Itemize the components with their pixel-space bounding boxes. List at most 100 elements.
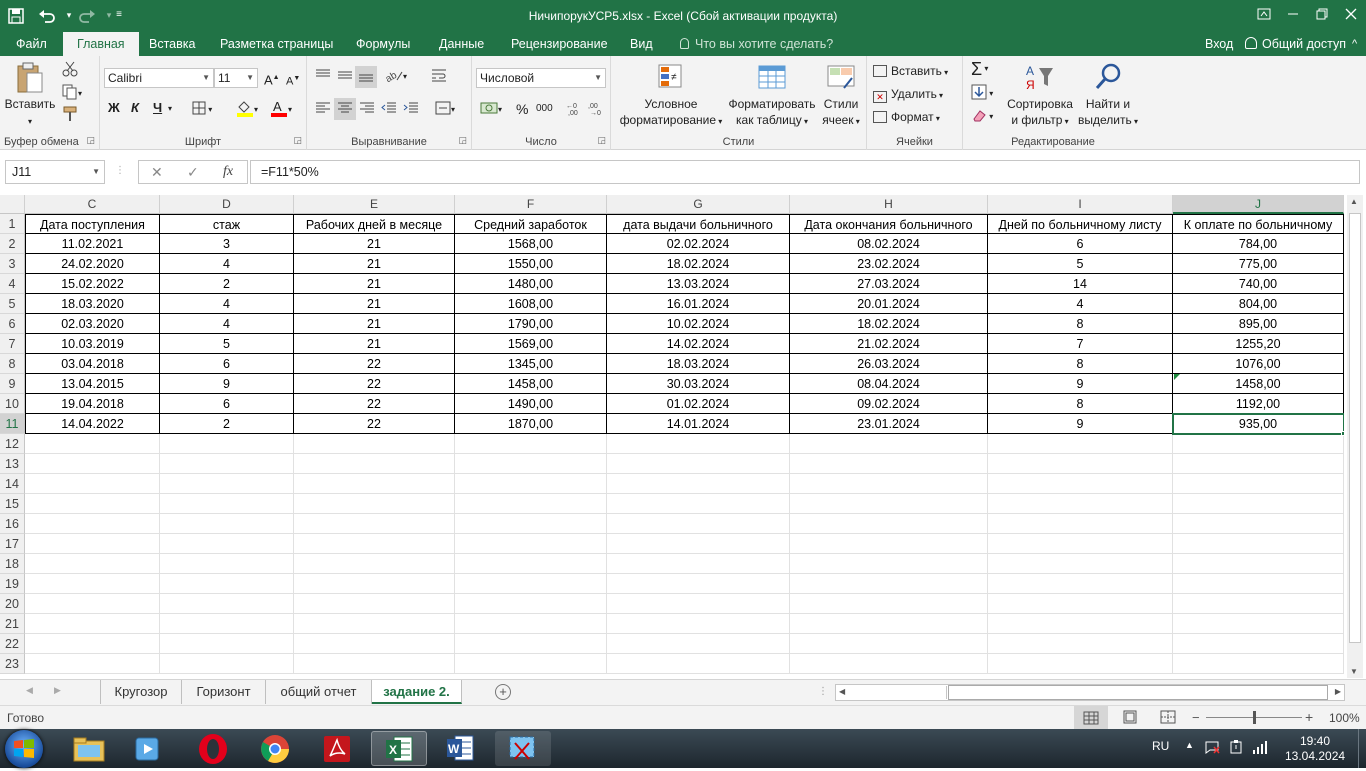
table-cell[interactable]: 11.02.2021 — [25, 234, 160, 254]
table-cell[interactable]: 2 — [160, 414, 294, 434]
empty-cell[interactable] — [160, 634, 294, 654]
empty-cell[interactable] — [790, 514, 988, 534]
spreadsheet-grid[interactable]: C D E F G H I J 1 Дата поступления стаж Рабочих дне… — [0, 195, 1344, 678]
header-cell[interactable]: Дата поступления — [25, 214, 160, 234]
table-cell[interactable]: 24.02.2020 — [25, 254, 160, 274]
table-cell[interactable]: 15.02.2022 — [25, 274, 160, 294]
copy-icon[interactable]: ▾ — [62, 84, 82, 105]
empty-cell[interactable] — [25, 614, 160, 634]
table-cell[interactable]: 935,00 — [1173, 414, 1344, 434]
empty-cell[interactable] — [160, 514, 294, 534]
empty-cell[interactable] — [160, 654, 294, 674]
empty-cell[interactable] — [988, 634, 1173, 654]
table-cell[interactable]: 5 — [988, 254, 1173, 274]
header-cell[interactable]: Дней по больничному листу — [988, 214, 1173, 234]
empty-cell[interactable] — [607, 494, 790, 514]
table-cell[interactable]: 4 — [988, 294, 1173, 314]
excel-icon[interactable]: X — [371, 731, 427, 766]
windows-start-icon[interactable] — [5, 730, 43, 768]
header-cell[interactable]: К оплате по больничному — [1173, 214, 1344, 234]
show-hidden-icons-icon[interactable]: ▲ — [1185, 740, 1194, 750]
empty-cell[interactable] — [988, 614, 1173, 634]
empty-cell[interactable] — [1173, 654, 1344, 674]
scroll-up-icon[interactable]: ▲ — [1350, 197, 1358, 206]
empty-cell[interactable] — [1173, 574, 1344, 594]
table-cell[interactable]: 18.02.2024 — [607, 254, 790, 274]
table-cell[interactable]: 1076,00 — [1173, 354, 1344, 374]
decrease-decimal-icon[interactable]: ,00 →0 — [588, 100, 606, 121]
table-cell[interactable]: 22 — [294, 374, 455, 394]
action-center-icon[interactable] — [1204, 739, 1220, 758]
empty-cell[interactable] — [988, 434, 1173, 454]
empty-cell[interactable] — [455, 554, 607, 574]
scroll-down-icon[interactable]: ▼ — [1350, 667, 1358, 676]
decrease-indent-icon[interactable] — [381, 101, 397, 120]
empty-cell[interactable] — [988, 474, 1173, 494]
column-header-i[interactable]: I — [988, 195, 1173, 214]
table-cell[interactable]: 1569,00 — [455, 334, 607, 354]
grow-font-icon[interactable]: A▲ — [264, 69, 280, 89]
empty-cell[interactable] — [294, 534, 455, 554]
restore-icon[interactable] — [1249, 0, 1279, 28]
table-cell[interactable]: 21.02.2024 — [790, 334, 988, 354]
add-sheet-icon[interactable]: + — [495, 684, 511, 700]
empty-cell[interactable] — [294, 634, 455, 654]
table-cell[interactable]: 14 — [988, 274, 1173, 294]
empty-cell[interactable] — [1173, 434, 1344, 454]
empty-cell[interactable] — [455, 434, 607, 454]
table-cell[interactable]: 23.02.2024 — [790, 254, 988, 274]
empty-cell[interactable] — [1173, 554, 1344, 574]
power-icon[interactable] — [1228, 739, 1244, 758]
empty-cell[interactable] — [25, 554, 160, 574]
table-cell[interactable]: 21 — [294, 254, 455, 274]
empty-cell[interactable] — [607, 654, 790, 674]
table-cell[interactable]: 9 — [988, 414, 1173, 434]
row-header-14[interactable]: 14 — [0, 474, 25, 494]
empty-cell[interactable] — [455, 534, 607, 554]
table-cell[interactable]: 20.01.2024 — [790, 294, 988, 314]
empty-cell[interactable] — [607, 534, 790, 554]
empty-cell[interactable] — [607, 474, 790, 494]
column-header-e[interactable]: E — [294, 195, 455, 214]
clear-icon[interactable]: ▾ — [971, 107, 993, 128]
empty-cell[interactable] — [25, 654, 160, 674]
empty-cell[interactable] — [25, 454, 160, 474]
table-cell[interactable]: 16.01.2024 — [607, 294, 790, 314]
align-bottom-icon[interactable] — [355, 66, 377, 88]
empty-cell[interactable] — [294, 574, 455, 594]
align-right-icon[interactable] — [359, 101, 375, 120]
row-header-6[interactable]: 6 — [0, 314, 25, 334]
table-cell[interactable]: 9 — [160, 374, 294, 394]
empty-cell[interactable] — [160, 454, 294, 474]
wrap-text-icon[interactable] — [431, 68, 447, 87]
number-launcher-icon[interactable]: ◲ — [597, 135, 606, 146]
header-cell[interactable]: Рабочих дней в месяце — [294, 214, 455, 234]
empty-cell[interactable] — [294, 454, 455, 474]
empty-cell[interactable] — [455, 514, 607, 534]
word-icon[interactable]: W — [433, 731, 489, 766]
table-cell[interactable]: 18.03.2024 — [607, 354, 790, 374]
empty-cell[interactable] — [1173, 494, 1344, 514]
empty-cell[interactable] — [455, 474, 607, 494]
table-cell[interactable]: 8 — [988, 354, 1173, 374]
row-header-12[interactable]: 12 — [0, 434, 25, 454]
header-cell[interactable]: Дата окончания больничного — [790, 214, 988, 234]
sheet-tab-task2[interactable]: задание 2. — [372, 680, 462, 704]
empty-cell[interactable] — [25, 594, 160, 614]
table-cell[interactable]: 8 — [988, 314, 1173, 334]
table-cell[interactable]: 1458,00 — [455, 374, 607, 394]
empty-cell[interactable] — [455, 614, 607, 634]
cell-styles-button[interactable]: Стили ячеек ▾ — [819, 62, 863, 130]
row-header-2[interactable]: 2 — [0, 234, 25, 254]
empty-cell[interactable] — [1173, 614, 1344, 634]
empty-cell[interactable] — [294, 594, 455, 614]
empty-cell[interactable] — [790, 634, 988, 654]
conditional-formatting-button[interactable]: ≠ Условное форматирование ▾ — [617, 62, 725, 130]
empty-cell[interactable] — [988, 594, 1173, 614]
column-header-d[interactable]: D — [160, 195, 294, 214]
tab-formulas[interactable]: Формулы — [342, 32, 424, 56]
number-format-box[interactable]: Числовой ▼ — [476, 68, 606, 88]
maximize-icon[interactable] — [1307, 0, 1337, 28]
file-explorer-icon[interactable] — [61, 731, 117, 766]
sheet-next-icon[interactable]: ▶ — [54, 685, 61, 696]
